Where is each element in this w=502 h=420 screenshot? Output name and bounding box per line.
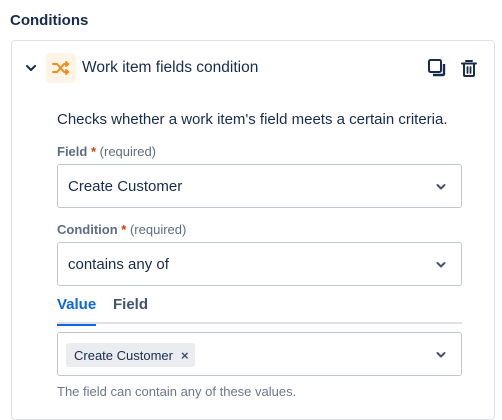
required-star: * (90, 144, 97, 159)
card-description: Checks whether a work item's field meets… (57, 111, 448, 128)
condition-select[interactable]: contains any of (57, 242, 462, 286)
copy-button[interactable] (426, 57, 448, 79)
card-header[interactable]: Work item fields condition (12, 41, 494, 95)
value-field-tabs: Value Field (57, 296, 462, 326)
chevron-down-icon[interactable] (24, 61, 38, 75)
condition-label-text: Condition (57, 222, 118, 237)
trash-icon (461, 60, 477, 77)
condition-card: Work item fields condition Checks whethe… (11, 40, 495, 420)
field-label: Field * (required) (57, 144, 156, 159)
chevron-down-icon (436, 184, 446, 190)
tab-value[interactable]: Value (57, 296, 97, 326)
condition-label: Condition * (required) (57, 222, 186, 237)
tab-field[interactable]: Field (113, 296, 148, 319)
value-chip-label: Create Customer (74, 347, 173, 363)
field-select[interactable]: Create Customer (57, 164, 462, 208)
helper-text: The field can contain any of these value… (57, 384, 297, 399)
remove-chip-icon[interactable]: × (181, 348, 189, 363)
required-text: (required) (129, 222, 187, 237)
value-multi-select[interactable]: Create Customer × (57, 332, 462, 376)
copy-icon (428, 59, 446, 77)
field-select-value: Create Customer (68, 178, 183, 195)
condition-select-value: contains any of (68, 256, 169, 273)
required-text: (required) (99, 144, 157, 159)
card-title: Work item fields condition (82, 59, 259, 76)
delete-button[interactable] (458, 57, 480, 79)
field-label-text: Field (57, 144, 88, 159)
shuffle-icon (46, 53, 76, 83)
section-title: Conditions (10, 12, 89, 29)
value-chip: Create Customer × (66, 343, 195, 367)
chevron-down-icon (436, 352, 446, 358)
chevron-down-icon (436, 262, 446, 268)
required-star: * (121, 222, 127, 237)
